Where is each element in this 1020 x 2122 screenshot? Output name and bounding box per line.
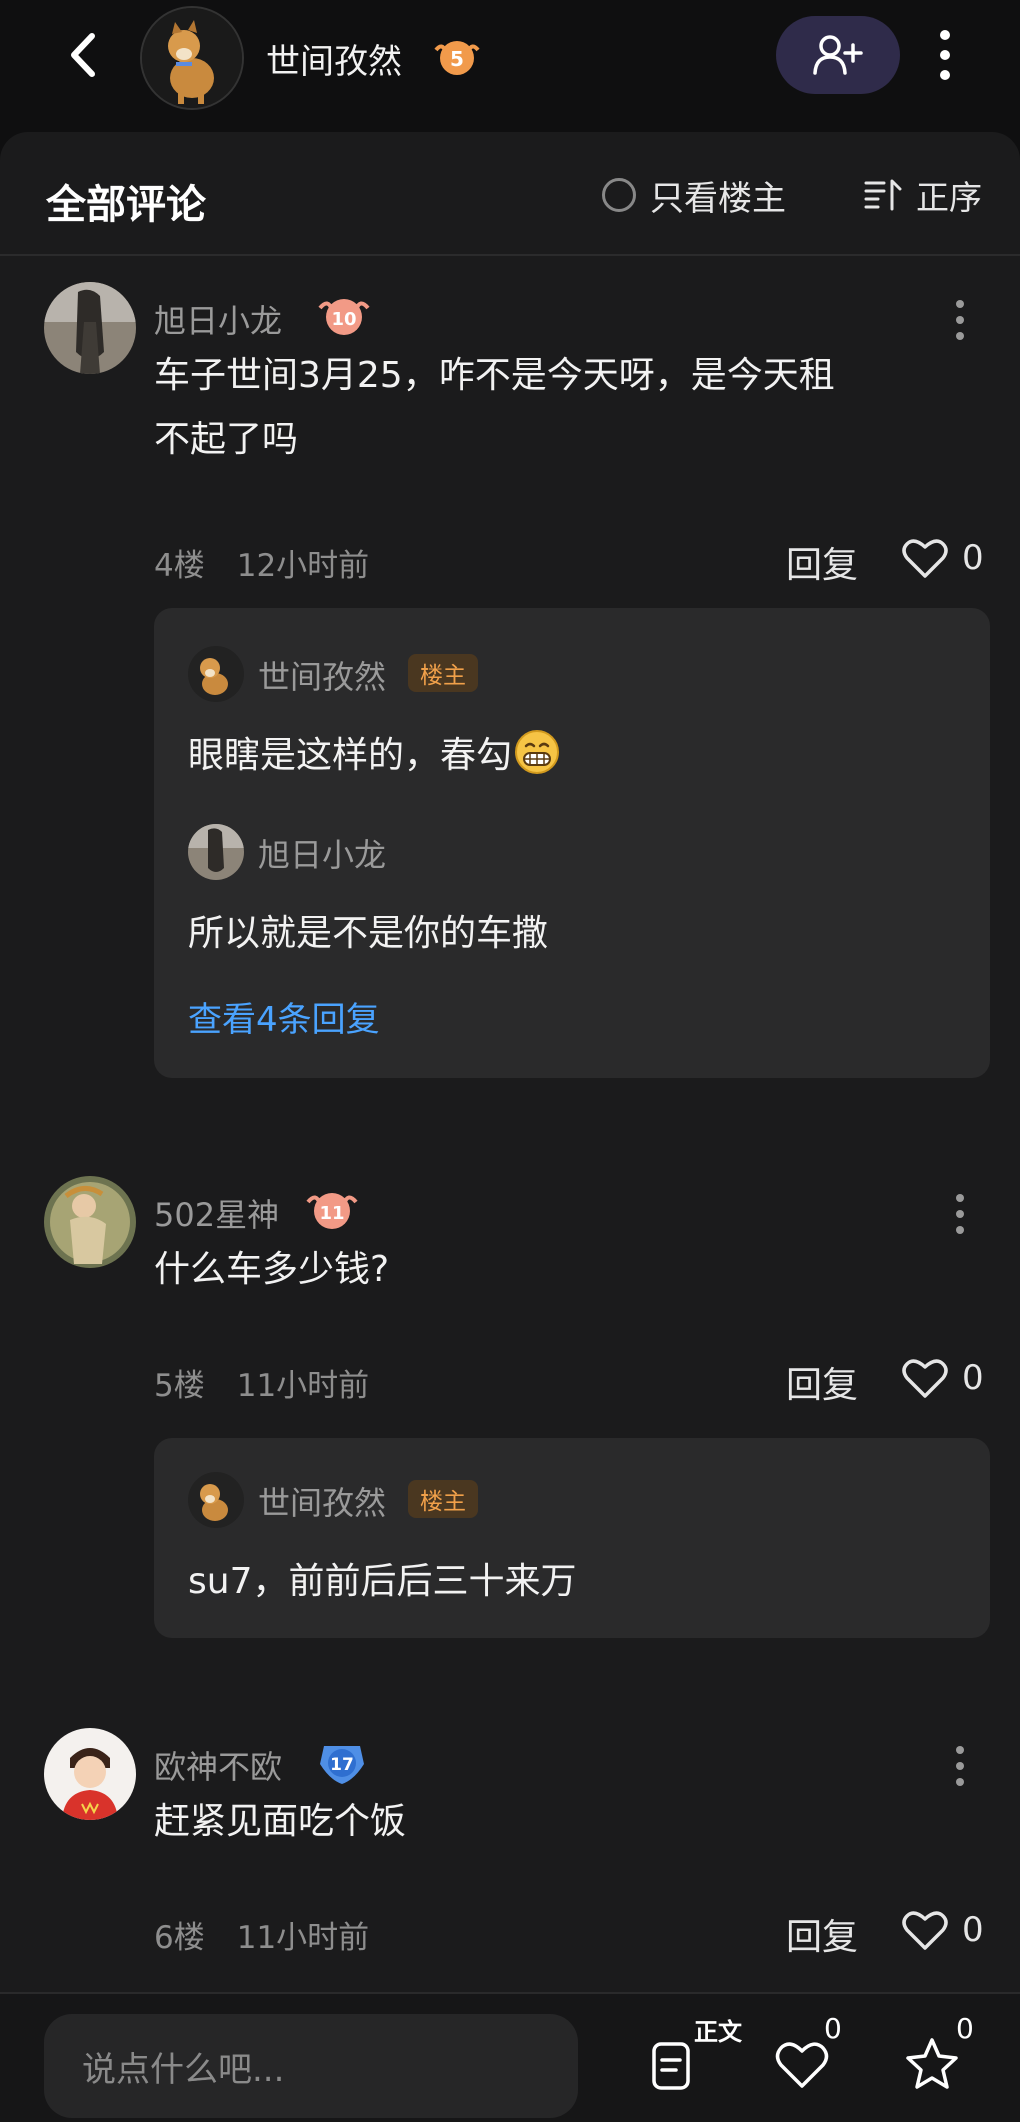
reply-text: 眼瞎是这样的，春勾	[188, 726, 560, 778]
reply-text: 所以就是不是你的车撒	[188, 913, 549, 954]
comment-username[interactable]: 旭日小龙	[154, 296, 282, 342]
comment-time: 11小时前	[236, 1920, 370, 1956]
reply-button[interactable]: 回复	[786, 1908, 858, 1960]
only-op-toggle[interactable]: 只看楼主	[602, 174, 786, 219]
section-title: 全部评论	[46, 182, 206, 228]
divider	[0, 254, 1020, 256]
like-count: 0	[962, 538, 984, 578]
article-label: 正文	[694, 2018, 742, 2046]
comment-meta: 5楼 11小时前	[154, 1360, 369, 1405]
like-count: 0	[824, 2012, 842, 2045]
more-options-icon[interactable]	[930, 30, 960, 80]
radio-icon	[602, 178, 636, 212]
sort-order-toggle[interactable]: 正序	[864, 174, 982, 217]
svg-text:11: 11	[319, 1203, 344, 1224]
comment-more-icon[interactable]	[950, 1746, 970, 1786]
floor-number: 4楼	[154, 548, 205, 584]
like-button[interactable]: 0	[902, 1906, 984, 1954]
svg-text:10: 10	[331, 309, 356, 330]
level-badge: 10	[316, 294, 372, 340]
floor-number: 5楼	[154, 1368, 205, 1404]
reply-button[interactable]: 回复	[786, 536, 858, 588]
reply-text: su7，前前后后三十来万	[188, 1561, 577, 1602]
author-name[interactable]: 世间孜然	[266, 34, 402, 83]
follow-button[interactable]	[776, 16, 900, 94]
sort-order-label: 正序	[916, 178, 982, 217]
comment-text-line: 车子世间3月25，咋不是今天呀，是今天租	[154, 355, 835, 396]
reply-box: 世间孜然 楼主 眼瞎是这样的，春勾 旭日小龙 所以就是不是你的车撒 查看4条回复	[154, 608, 990, 1078]
comment-meta: 6楼 11小时前	[154, 1912, 369, 1957]
level-badge: 17	[314, 1740, 370, 1786]
favorite-count: 0	[956, 2012, 974, 2045]
reply-username[interactable]: 世间孜然	[258, 1478, 386, 1524]
comment-text-line: 不起了吗	[154, 419, 299, 460]
reply-box: 世间孜然 楼主 su7，前前后后三十来万	[154, 1438, 990, 1638]
svg-text:5: 5	[450, 47, 464, 71]
comment-more-icon[interactable]	[950, 1194, 970, 1234]
heart-icon[interactable]	[772, 2034, 832, 2094]
avatar[interactable]	[188, 1472, 244, 1528]
sort-icon	[864, 179, 902, 211]
svg-text:17: 17	[330, 1755, 354, 1775]
op-tag: 楼主	[408, 654, 478, 692]
avatar[interactable]	[188, 824, 244, 880]
comments-panel: 全部评论 只看楼主 正序 旭日小龙 10 车子世间3月25，咋不是今天呀，是今天…	[0, 132, 1020, 1992]
star-icon[interactable]	[902, 2034, 962, 2094]
op-tag: 楼主	[408, 1480, 478, 1518]
add-user-icon	[813, 35, 863, 75]
avatar[interactable]	[188, 646, 244, 702]
comment-username[interactable]: 欧神不欧	[154, 1742, 282, 1788]
reply-text-content: 眼瞎是这样的，春勾	[188, 735, 513, 776]
author-avatar[interactable]	[140, 6, 244, 110]
like-count: 0	[962, 1910, 984, 1950]
heart-icon	[902, 1359, 948, 1398]
comment-time: 12小时前	[236, 548, 370, 584]
reply-username[interactable]: 旭日小龙	[258, 830, 386, 876]
reply-username[interactable]: 世间孜然	[258, 652, 386, 698]
comment-meta: 4楼 12小时前	[154, 540, 369, 585]
comment-text: 车子世间3月25，咋不是今天呀，是今天租 不起了吗	[154, 344, 974, 472]
heart-icon	[902, 1911, 948, 1950]
level-badge: 11	[304, 1188, 360, 1234]
comment-time: 11小时前	[236, 1368, 370, 1404]
comment-more-icon[interactable]	[950, 300, 970, 340]
top-bar: 世间孜然 5	[0, 0, 1020, 130]
comment-text: 赶紧见面吃个饭	[154, 1790, 974, 1854]
comment-text: 什么车多少钱?	[154, 1238, 974, 1302]
comment-text-line: 什么车多少钱?	[154, 1249, 390, 1290]
avatar[interactable]	[44, 1176, 136, 1268]
heart-icon	[902, 539, 948, 578]
comment-username[interactable]: 502星神	[154, 1190, 279, 1236]
like-count: 0	[962, 1358, 984, 1398]
reply-button[interactable]: 回复	[786, 1356, 858, 1408]
avatar[interactable]	[44, 1728, 136, 1820]
grin-emoji-icon	[515, 730, 560, 774]
comment-input[interactable]: 说点什么吧...	[44, 2014, 578, 2118]
like-button[interactable]: 0	[902, 534, 984, 582]
level-badge: 5	[432, 36, 482, 80]
floor-number: 6楼	[154, 1920, 205, 1956]
avatar[interactable]	[44, 282, 136, 374]
only-op-label: 只看楼主	[650, 178, 786, 219]
comment-text-line: 赶紧见面吃个饭	[154, 1801, 407, 1842]
like-button[interactable]: 0	[902, 1354, 984, 1402]
back-icon[interactable]	[60, 30, 110, 80]
view-more-replies-link[interactable]: 查看4条回复	[188, 992, 380, 1041]
article-icon[interactable]	[642, 2034, 702, 2094]
bottom-bar: 说点什么吧... 正文 0 0	[0, 1992, 1020, 2122]
